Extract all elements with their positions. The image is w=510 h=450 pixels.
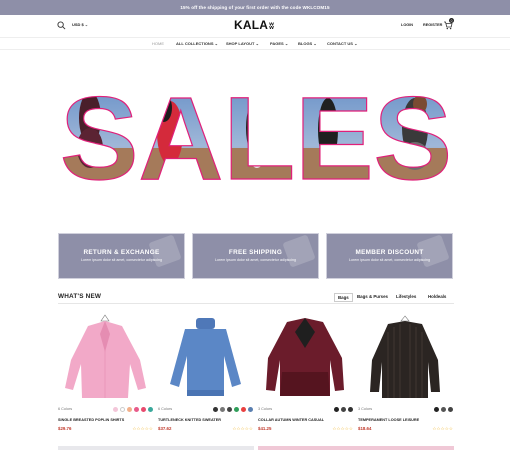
color-swatch[interactable] [448,407,453,412]
rating-stars: ☆☆☆☆☆ [332,426,353,431]
section-title: WHAT'S NEW [58,293,102,300]
color-swatches [113,407,153,412]
color-swatch[interactable] [120,407,125,412]
nav-label: BLOGS [298,41,313,46]
color-count: 6 Colors [158,407,173,411]
rating-stars: ☆☆☆☆☆ [132,426,153,431]
rating-stars: ☆☆☆☆☆ [432,426,453,431]
product-card[interactable]: 3 Colors TEMPERAMENT LOOSE LEISURE $18.6… [358,312,453,431]
product-image[interactable] [58,312,153,402]
chevron-down-icon: ⌄ [255,41,259,46]
color-swatch[interactable] [234,407,239,412]
nav-item-contact-us[interactable]: CONTACT US ⌄ [327,41,357,46]
tab-holdeals[interactable]: Holdeals [426,293,448,300]
product-price: $41.25 [258,426,272,431]
chevron-down-icon: ⌄ [214,41,218,46]
hero-sales-image: SALES SALES [60,88,452,184]
color-swatch[interactable] [334,407,339,412]
product-image[interactable] [358,312,453,402]
color-swatch[interactable] [141,407,146,412]
rating-stars: ☆☆☆☆☆ [232,426,253,431]
promo-description: Lorem ipsum dolor sit amet, consectetur … [81,258,162,262]
product-price: $37.62 [158,426,172,431]
login-link[interactable]: LOGIN [401,23,413,27]
next-row-preview [58,446,254,450]
nav-label: SHOP LAYOUT [226,41,255,46]
chevron-down-icon: ⌄ [354,41,358,46]
announcement-text: 15% off the shipping of your first order… [180,5,330,10]
promo-member-discount[interactable]: MEMBER DISCOUNT Lorem ipsum dolor sit am… [326,233,453,279]
truck-icon [282,234,316,268]
hero-headline: SALES [60,88,452,184]
product-name[interactable]: COLLAR AUTUMN WINTER CASUAL [258,418,324,422]
color-swatches [334,407,353,412]
nav-item-home[interactable]: HOME [152,41,164,46]
currency-label: USD $ [72,22,84,27]
nav-label: CONTACT US [327,41,353,46]
site-header: USD $⌄ KALAʬ LOGIN REGISTER 0 [0,15,510,37]
color-swatch[interactable] [113,407,118,412]
site-logo[interactable]: KALAʬ [234,18,274,32]
product-card[interactable]: 6 Colors SINGLE BREASTED POPLIN SHIRTS $… [58,312,153,431]
color-swatch[interactable] [213,407,218,412]
color-swatches [434,407,453,412]
announcement-bar: 15% off the shipping of your first order… [0,0,510,15]
product-price: $29.76 [58,426,72,431]
main-nav: HOME ALL COLLECTIONS ⌄ SHOP LAYOUT ⌄ PAG… [0,37,510,50]
chevron-down-icon: ⌄ [84,22,89,27]
color-swatch[interactable] [148,407,153,412]
color-swatch[interactable] [127,407,132,412]
tab-lifestyles[interactable]: Lifestyles [394,293,418,300]
promo-description: Lorem ipsum dolor sit amet, consectetur … [215,258,296,262]
color-count: 3 Colors [258,407,273,411]
color-swatch[interactable] [241,407,246,412]
tab-bags-purses[interactable]: Bags & Purses [355,293,390,300]
color-swatch[interactable] [434,407,439,412]
logo-mark-icon: ʬ [269,21,275,31]
color-swatch[interactable] [341,407,346,412]
product-price: $18.64 [358,426,372,431]
currency-selector[interactable]: USD $⌄ [72,22,88,27]
color-swatches [213,407,253,412]
tag-icon [416,234,450,268]
color-swatch[interactable] [441,407,446,412]
color-count: 6 Colors [58,407,73,411]
chevron-down-icon: ⌄ [313,41,317,46]
product-name[interactable]: TEMPERAMENT LOOSE LEISURE [358,418,419,422]
nav-item-pages[interactable]: PAGES ⌄ [270,41,288,46]
color-swatch[interactable] [248,407,253,412]
color-count: 3 Colors [358,407,373,411]
logo-text: KALA [234,18,269,32]
product-image[interactable] [158,312,253,402]
promo-free-shipping[interactable]: FREE SHIPPING Lorem ipsum dolor sit amet… [192,233,319,279]
return-arrow-icon [148,234,182,268]
cart-count-badge: 0 [449,18,454,23]
color-swatch[interactable] [227,407,232,412]
promo-return-exchange[interactable]: RETURN & EXCHANGE Lorem ipsum dolor sit … [58,233,185,279]
chevron-down-icon: ⌄ [284,41,289,46]
nav-item-shop-layout[interactable]: SHOP LAYOUT ⌄ [226,41,259,46]
color-swatch[interactable] [220,407,225,412]
product-name[interactable]: SINGLE BREASTED POPLIN SHIRTS [58,418,124,422]
product-name[interactable]: TURTLENECK KNITTED SWEATER [158,418,221,422]
color-swatch[interactable] [348,407,353,412]
nav-label: PAGES [270,41,284,46]
hero-slider: SALES SALES [0,50,510,267]
nav-item-blogs[interactable]: BLOGS ⌄ [298,41,317,46]
promo-description: Lorem ipsum dolor sit amet, consectetur … [349,258,430,262]
nav-label: ALL COLLECTIONS [176,41,214,46]
next-row-preview [258,446,454,450]
section-divider [58,303,454,304]
product-card[interactable]: 3 Colors COLLAR AUTUMN WINTER CASUAL $41… [258,312,353,431]
search-icon[interactable] [57,21,66,30]
color-swatch[interactable] [134,407,139,412]
tab-bags[interactable]: Bags [334,293,353,302]
nav-item-all-collections[interactable]: ALL COLLECTIONS ⌄ [176,41,218,46]
register-link[interactable]: REGISTER [423,23,442,27]
product-card[interactable]: 6 Colors TURTLENECK KNITTED SWEATER $37.… [158,312,253,431]
product-image[interactable] [258,312,353,402]
